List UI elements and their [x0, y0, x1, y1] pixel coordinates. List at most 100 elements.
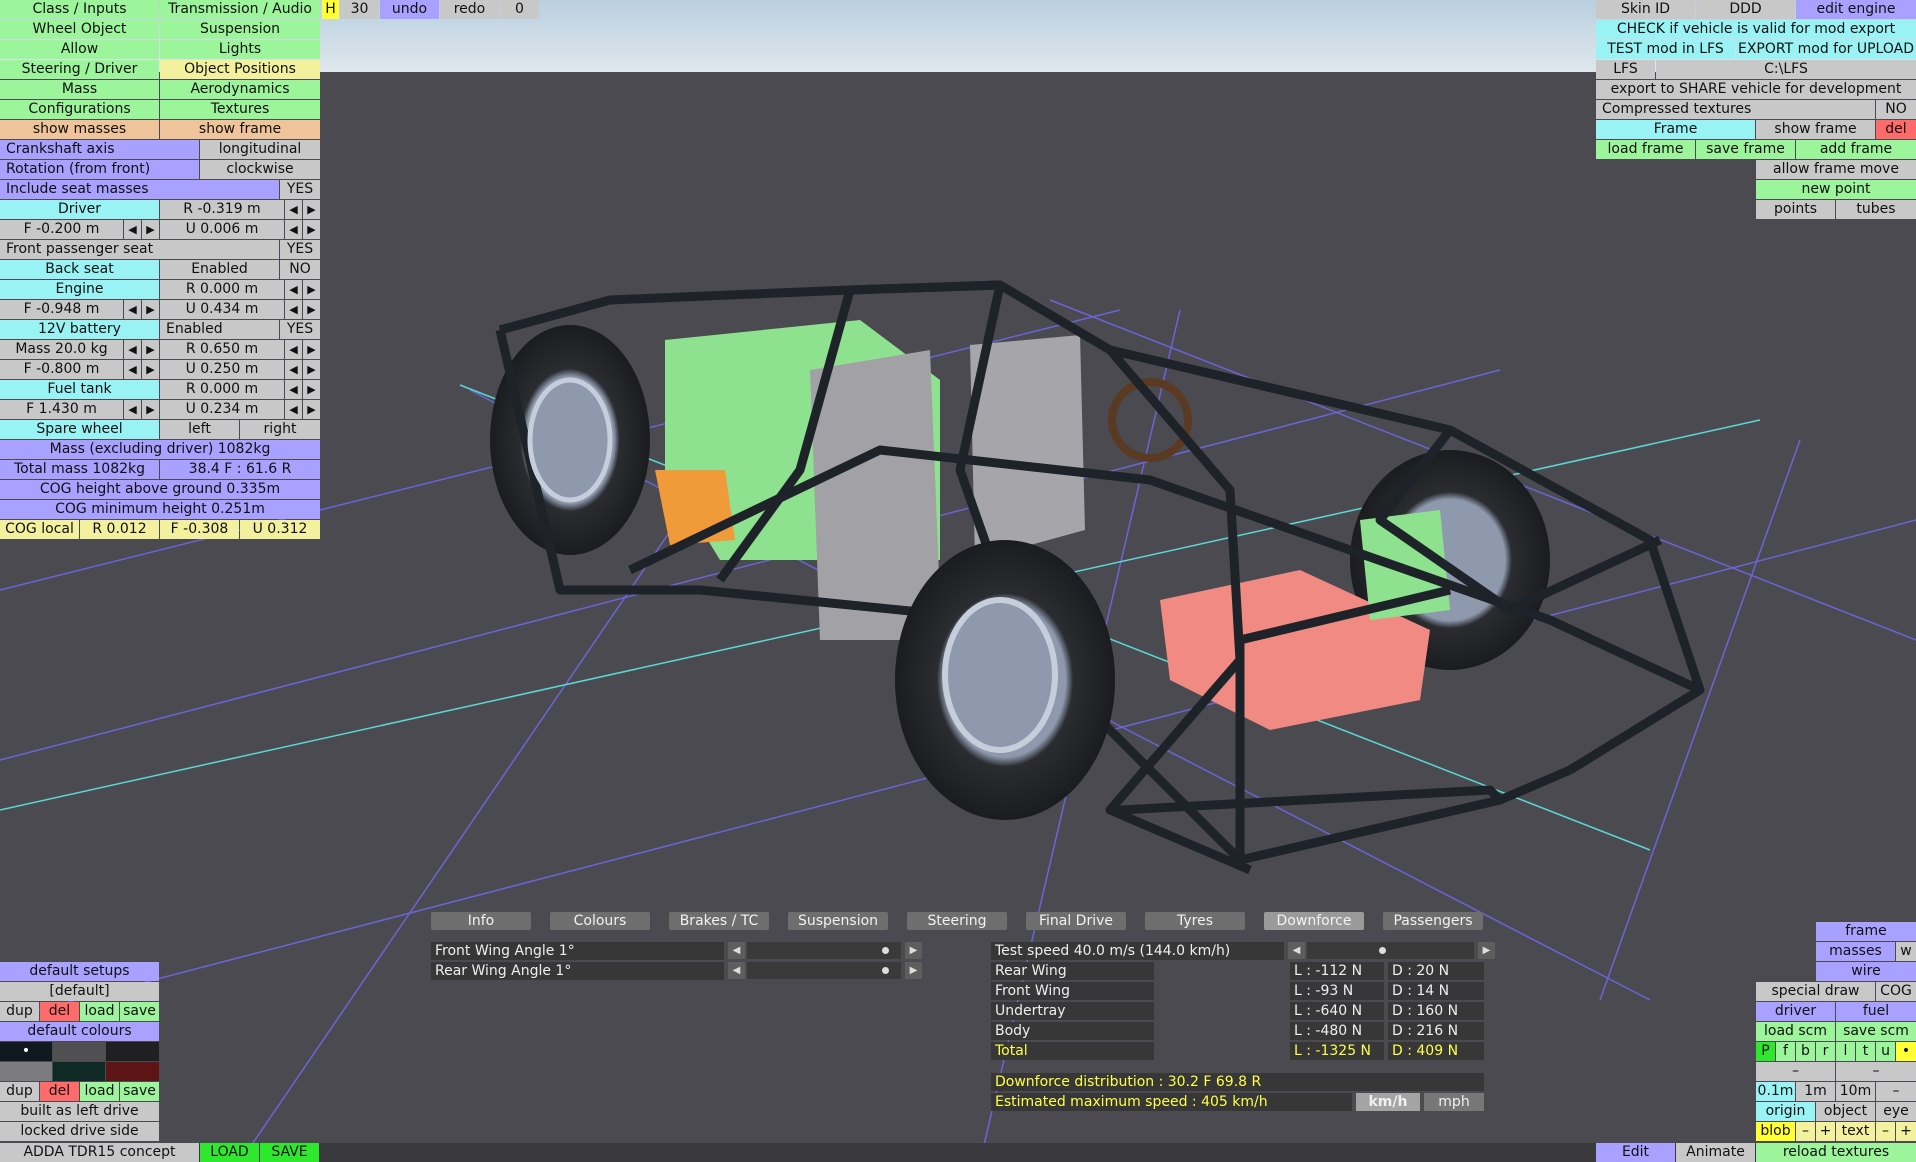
colour-swatch-selected[interactable]: •: [0, 1042, 52, 1061]
slider-knob[interactable]: [1379, 947, 1386, 954]
fuel-tank-label[interactable]: Fuel tank: [0, 380, 159, 399]
eye-button[interactable]: eye: [1876, 1102, 1916, 1121]
arrow-left-icon[interactable]: ◀: [285, 360, 302, 379]
load-car-button[interactable]: LOAD: [200, 1143, 259, 1162]
new-point-button[interactable]: new point: [1756, 180, 1916, 199]
save-frame-button[interactable]: save frame: [1696, 140, 1795, 159]
fuel-button[interactable]: fuel: [1836, 1002, 1916, 1021]
view-b-button[interactable]: b: [1796, 1042, 1815, 1061]
arrow-right-icon[interactable]: ▶: [303, 340, 320, 359]
arrow-right-icon[interactable]: ▶: [142, 300, 159, 319]
colour-swatch[interactable]: [53, 1042, 105, 1061]
edit-mode-button[interactable]: Edit: [1596, 1143, 1675, 1162]
arrow-left-icon[interactable]: ◀: [285, 220, 302, 239]
text-button[interactable]: text: [1836, 1122, 1875, 1141]
rear-wing-decrease-icon[interactable]: ◀: [728, 962, 745, 979]
back-seat-toggle[interactable]: NO: [280, 260, 320, 279]
colour-swatch[interactable]: [0, 1062, 52, 1081]
save-setup-button[interactable]: save: [120, 1002, 159, 1021]
reload-textures-button[interactable]: reload textures: [1756, 1143, 1916, 1162]
arrow-left-icon[interactable]: ◀: [285, 380, 302, 399]
arrow-left-icon[interactable]: ◀: [285, 340, 302, 359]
save-colour-button[interactable]: save: [120, 1082, 159, 1101]
animate-mode-button[interactable]: Animate: [1676, 1143, 1755, 1162]
back-seat-label[interactable]: Back seat: [0, 260, 159, 279]
test-speed-decrease-icon[interactable]: ◀: [1288, 942, 1305, 959]
arrow-right-icon[interactable]: ▶: [303, 280, 320, 299]
load-frame-button[interactable]: load frame: [1596, 140, 1695, 159]
arrow-right-icon[interactable]: ▶: [142, 340, 159, 359]
view-dot-button[interactable]: •: [1896, 1042, 1916, 1061]
tubes-button[interactable]: tubes: [1836, 200, 1916, 219]
view-u-button[interactable]: u: [1876, 1042, 1895, 1061]
arrow-left-icon[interactable]: ◀: [285, 280, 302, 299]
tab-tyres[interactable]: Tyres: [1145, 912, 1245, 930]
load-colour-button[interactable]: load: [80, 1082, 119, 1101]
battery-toggle[interactable]: YES: [280, 320, 320, 339]
show-masses-button[interactable]: show masses: [0, 120, 159, 139]
default-setups-label[interactable]: default setups: [0, 962, 159, 981]
view-f-button[interactable]: f: [1776, 1042, 1795, 1061]
masses-view-button[interactable]: masses: [1816, 942, 1895, 961]
nav-object-positions[interactable]: Object Positions: [160, 60, 320, 79]
skin-id-button[interactable]: Skin ID: [1596, 0, 1695, 19]
add-frame-button[interactable]: add frame: [1796, 140, 1916, 159]
nav-mass[interactable]: Mass: [0, 80, 159, 99]
tab-downforce[interactable]: Downforce: [1264, 912, 1364, 930]
tab-final-drive[interactable]: Final Drive: [1026, 912, 1126, 930]
blob-plus-button[interactable]: +: [1816, 1122, 1835, 1141]
frame-view-button[interactable]: frame: [1816, 922, 1916, 941]
object-button[interactable]: object: [1816, 1102, 1875, 1121]
load-setup-button[interactable]: load: [80, 1002, 119, 1021]
frame-label[interactable]: Frame: [1596, 120, 1755, 139]
origin-button[interactable]: origin: [1756, 1102, 1815, 1121]
h-toggle[interactable]: H: [322, 0, 339, 19]
tab-passengers[interactable]: Passengers: [1383, 912, 1483, 930]
blob-button[interactable]: blob: [1756, 1122, 1795, 1141]
arrow-right-icon[interactable]: ▶: [303, 300, 320, 319]
del-frame-button[interactable]: del: [1876, 120, 1916, 139]
view-p-button[interactable]: P: [1756, 1042, 1775, 1061]
arrow-right-icon[interactable]: ▶: [142, 220, 159, 239]
dash-button[interactable]: –: [1756, 1062, 1835, 1081]
nav-class-inputs[interactable]: Class / Inputs: [0, 0, 159, 19]
arrow-right-icon[interactable]: ▶: [303, 380, 320, 399]
unit-kmh-button[interactable]: km/h: [1356, 1093, 1420, 1111]
rear-wing-slider[interactable]: [747, 962, 901, 979]
rotation-toggle[interactable]: clockwise: [200, 160, 320, 179]
locked-drive-side[interactable]: locked drive side: [0, 1122, 159, 1141]
nav-wheel-object[interactable]: Wheel Object: [0, 20, 159, 39]
arrow-left-icon[interactable]: ◀: [285, 400, 302, 419]
default-setup-item[interactable]: [default]: [0, 982, 159, 1001]
scale-1m-button[interactable]: 1m: [1796, 1082, 1835, 1101]
scale-dash-button[interactable]: –: [1876, 1082, 1916, 1101]
arrow-left-icon[interactable]: ◀: [285, 300, 302, 319]
driver-button[interactable]: driver: [1756, 1002, 1835, 1021]
test-mod-button[interactable]: TEST mod in LFS: [1596, 40, 1735, 59]
show-frame-button[interactable]: show frame: [160, 120, 320, 139]
arrow-left-icon[interactable]: ◀: [285, 200, 302, 219]
colour-swatch[interactable]: [106, 1062, 159, 1081]
view-t-button[interactable]: t: [1856, 1042, 1875, 1061]
ddd-button[interactable]: DDD: [1696, 0, 1795, 19]
undo-button[interactable]: undo: [380, 0, 439, 19]
engine-label[interactable]: Engine: [0, 280, 159, 299]
arrow-right-icon[interactable]: ▶: [142, 360, 159, 379]
spare-left-button[interactable]: left: [160, 420, 239, 439]
del-colour-button[interactable]: del: [40, 1082, 79, 1101]
nav-textures[interactable]: Textures: [160, 100, 320, 119]
tab-brakes-tc[interactable]: Brakes / TC: [669, 912, 769, 930]
wire-view-button[interactable]: wire: [1816, 962, 1916, 981]
view-r-button[interactable]: r: [1816, 1042, 1835, 1061]
dup-colour-button[interactable]: dup: [0, 1082, 39, 1101]
spare-wheel-label[interactable]: Spare wheel: [0, 420, 159, 439]
dup-setup-button[interactable]: dup: [0, 1002, 39, 1021]
built-as-left-drive[interactable]: built as left drive: [0, 1102, 159, 1121]
seat-masses-toggle[interactable]: YES: [280, 180, 320, 199]
rear-wing-increase-icon[interactable]: ▶: [905, 962, 922, 979]
arrow-left-icon[interactable]: ◀: [124, 220, 141, 239]
save-car-button[interactable]: SAVE: [260, 1143, 319, 1162]
check-valid-button[interactable]: CHECK if vehicle is valid for mod export: [1596, 20, 1916, 39]
arrow-right-icon[interactable]: ▶: [303, 400, 320, 419]
battery-label[interactable]: 12V battery: [0, 320, 159, 339]
